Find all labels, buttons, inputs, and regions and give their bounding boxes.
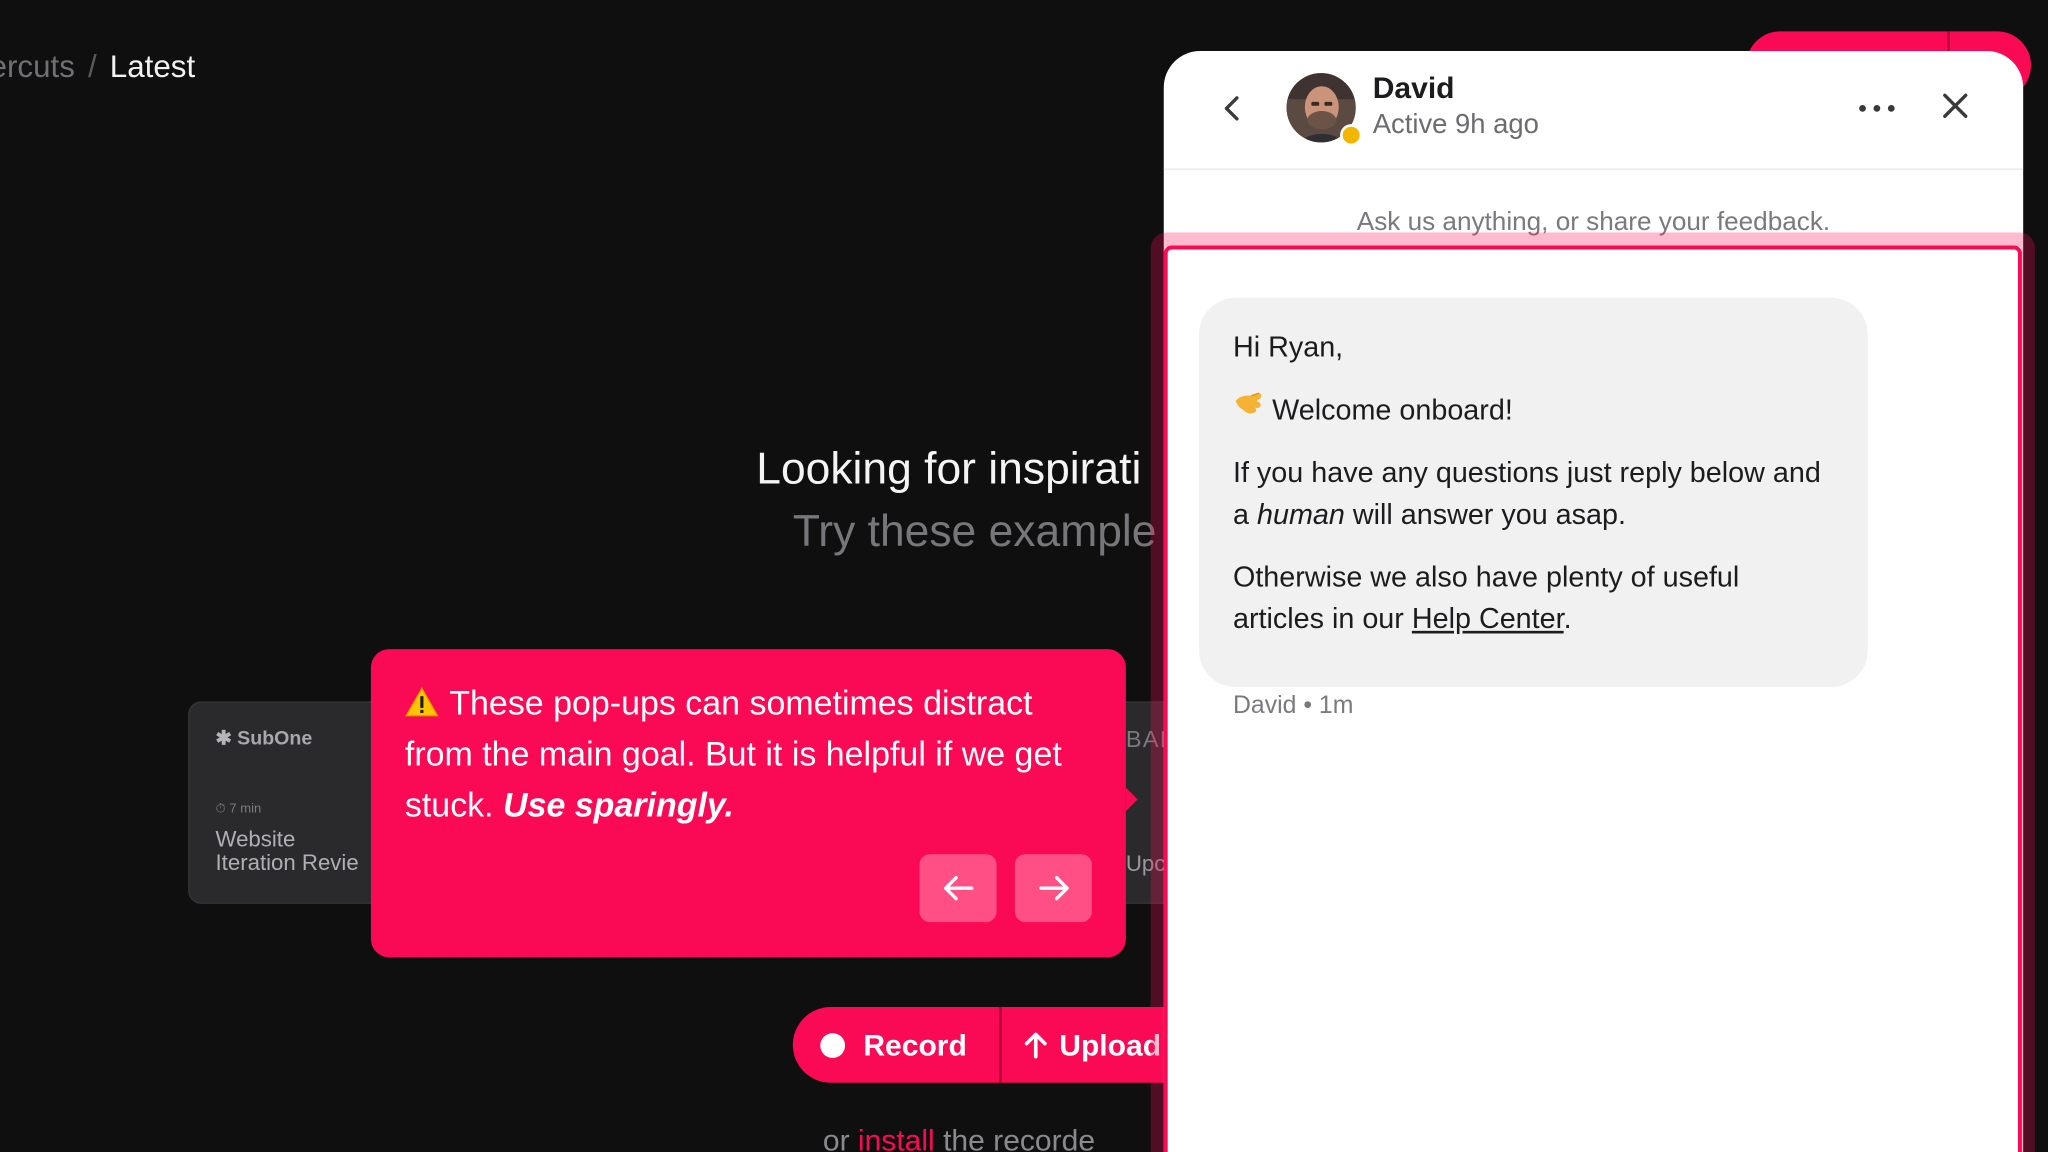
close-button[interactable] bbox=[1937, 88, 1974, 125]
chat-header: David Active 9h ago bbox=[1163, 51, 2024, 170]
message-line-2: Otherwise we also have plenty of useful … bbox=[1232, 560, 1740, 635]
more-options-button[interactable] bbox=[1853, 90, 1900, 127]
agent-name: David bbox=[1372, 70, 1455, 105]
warning-icon bbox=[405, 680, 439, 717]
card-title: Website Iteration Revie bbox=[215, 826, 359, 876]
message-greeting: Hi Ryan, bbox=[1232, 330, 1344, 364]
upload-label: Upload bbox=[1059, 1027, 1162, 1062]
tour-tooltip: These pop-ups can sometimes distract fro… bbox=[370, 649, 1138, 958]
record-button[interactable]: Record bbox=[793, 1007, 999, 1083]
hero-subtitle: Try these example bbox=[792, 506, 1157, 557]
install-link[interactable]: install bbox=[858, 1123, 935, 1152]
agent-status: Active 9h ago bbox=[1372, 109, 1539, 140]
arrow-left-icon bbox=[943, 876, 973, 901]
app-stage: ercuts / Latest Looking for inspirati Try … bbox=[0, 0, 2048, 1152]
chat-prompt: Ask us anything, or share your feedback. bbox=[1356, 207, 1831, 237]
message-meta: David • 1m bbox=[1232, 692, 1354, 720]
tooltip-emphasis: Use sparingly. bbox=[503, 784, 734, 825]
card-duration: ⏱ 7 min bbox=[215, 801, 262, 817]
online-status-dot bbox=[1340, 124, 1363, 147]
install-hint: or install the recorde bbox=[823, 1123, 1095, 1152]
breadcrumb-current: Latest bbox=[109, 49, 196, 85]
tooltip-text: These pop-ups can sometimes distract fro… bbox=[405, 678, 1092, 831]
record-dot-icon bbox=[820, 1032, 846, 1058]
message-welcome: Welcome onboard! bbox=[1233, 389, 1834, 431]
hero-title: Looking for inspirati bbox=[756, 444, 1142, 494]
arrow-right-icon bbox=[1038, 876, 1069, 901]
breadcrumb-separator: / bbox=[87, 49, 97, 85]
card-title: Upc bbox=[1125, 851, 1166, 877]
upload-arrow-icon bbox=[1023, 1031, 1049, 1060]
subone-logo-icon: ✱ bbox=[215, 727, 232, 750]
message-line-1: If you have any questions just reply bel… bbox=[1232, 455, 1821, 531]
help-center-link[interactable]: Help Center bbox=[1412, 602, 1564, 635]
breadcrumb: ercuts / Latest bbox=[0, 50, 195, 87]
card-logo: ✱ SubOne bbox=[215, 727, 313, 750]
record-label: Record bbox=[863, 1027, 967, 1062]
tooltip-prev-button[interactable] bbox=[919, 854, 997, 923]
chevron-left-icon bbox=[1224, 96, 1239, 121]
close-icon bbox=[1943, 93, 1968, 118]
breadcrumb-parent[interactable]: ercuts bbox=[0, 50, 75, 85]
waving-hand-icon bbox=[1233, 389, 1264, 431]
back-button[interactable] bbox=[1219, 93, 1248, 124]
tooltip-next-button[interactable] bbox=[1014, 854, 1092, 923]
chat-message-bubble: Hi Ryan, Welcome onboard! If you have an… bbox=[1199, 297, 1868, 688]
more-horizontal-icon bbox=[1859, 105, 1895, 112]
record-upload-group: Record Upload bbox=[792, 1007, 1224, 1083]
